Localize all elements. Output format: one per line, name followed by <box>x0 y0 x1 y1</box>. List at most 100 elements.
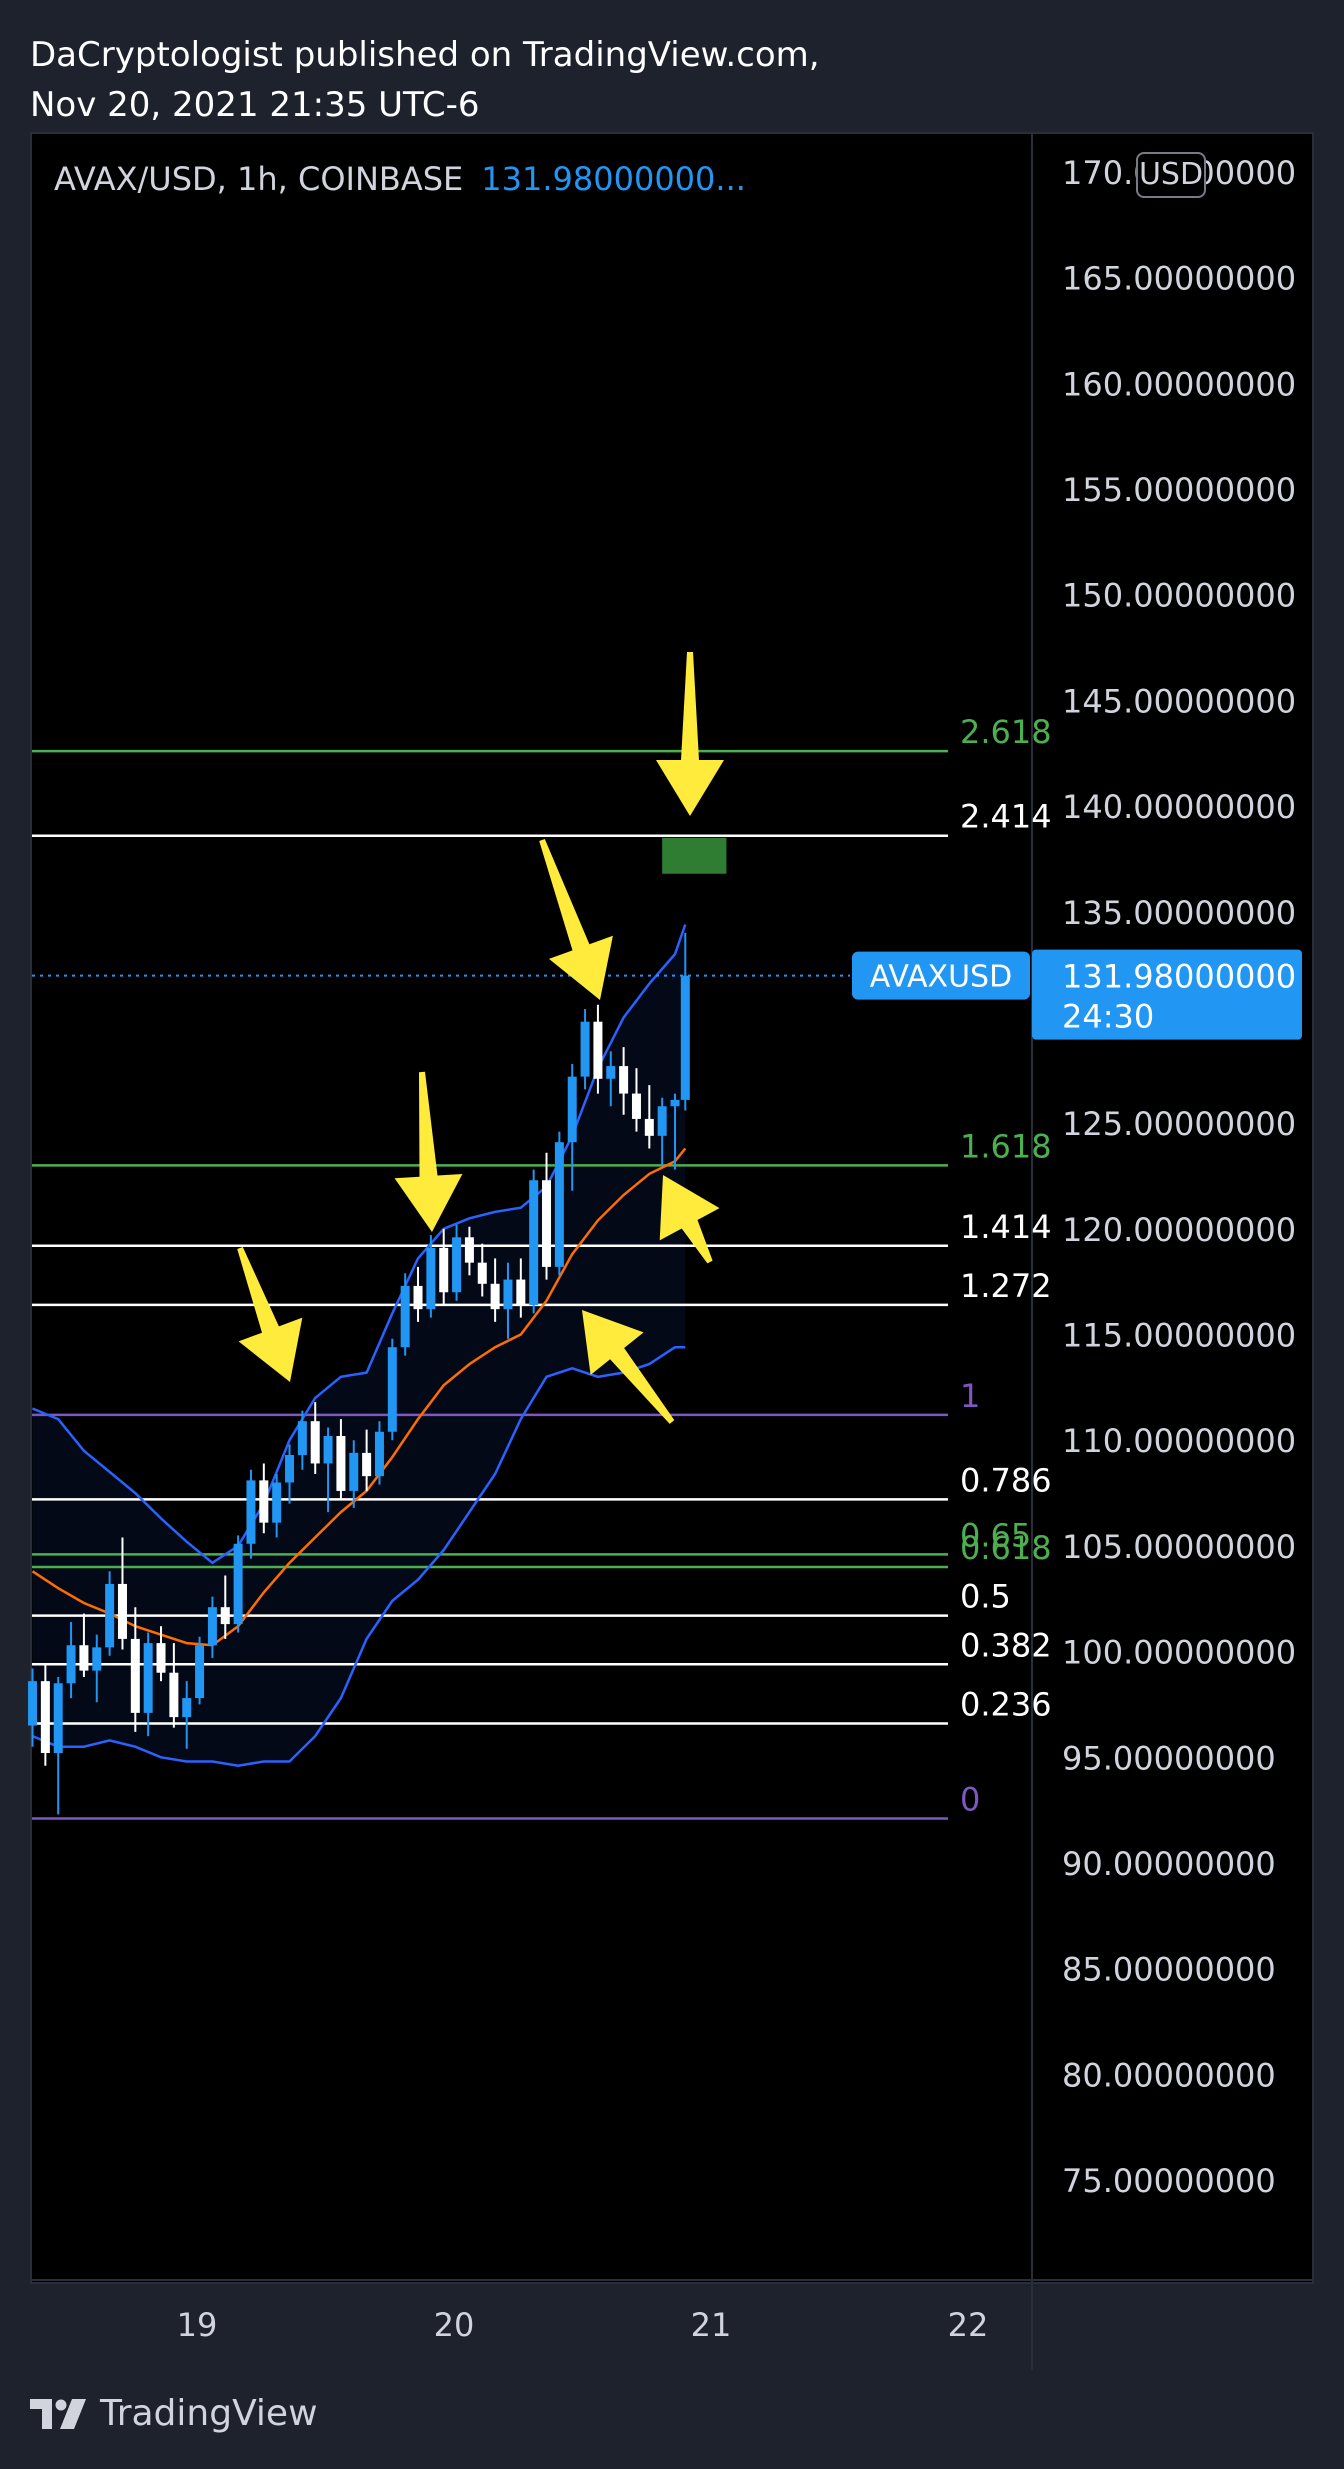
price-tick-label: 100.00000000 <box>1062 1634 1296 1672</box>
candle-body-11[interactable] <box>169 1672 179 1718</box>
candle-body-10[interactable] <box>156 1643 166 1673</box>
time-tick-label-22: 22 <box>948 2306 989 2344</box>
fib-level-label-0.5: 0.5 <box>960 1578 1011 1616</box>
price-tick-label: 90.00000000 <box>1062 1845 1276 1883</box>
candle-body-7[interactable] <box>117 1583 127 1639</box>
fib-level-label-0: 0 <box>960 1781 980 1819</box>
fib-level-label-1.272: 1.272 <box>960 1267 1052 1305</box>
price-tick-label: 125.00000000 <box>1062 1105 1296 1143</box>
candle-body-25[interactable] <box>349 1452 359 1491</box>
price-tick-label: 140.00000000 <box>1062 788 1296 826</box>
candle-body-30[interactable] <box>413 1285 423 1310</box>
price-tick-label: 105.00000000 <box>1062 1528 1296 1566</box>
candle-body-37[interactable] <box>503 1279 513 1310</box>
tradingview-logo-icon <box>30 2398 86 2429</box>
candle-body-23[interactable] <box>323 1435 333 1464</box>
price-tick-label: 155.00000000 <box>1062 471 1296 509</box>
candle-body-49[interactable] <box>657 1106 667 1136</box>
candle-body-41[interactable] <box>554 1142 564 1267</box>
candle-body-50[interactable] <box>670 1099 680 1107</box>
candle-body-19[interactable] <box>272 1482 282 1523</box>
candle-body-16[interactable] <box>233 1543 243 1625</box>
candle-body-29[interactable] <box>400 1285 410 1348</box>
price-chart[interactable]: 2.6182.4141.6181.4141.27210.7860.650.618… <box>0 0 1344 2469</box>
annotation-arrow-3[interactable] <box>394 1071 463 1232</box>
candle-body-0[interactable] <box>28 1681 38 1726</box>
candle-body-38[interactable] <box>516 1279 526 1305</box>
candle-body-22[interactable] <box>310 1421 320 1464</box>
candle-body-13[interactable] <box>195 1645 205 1699</box>
tradingview-brand: TradingView <box>100 2393 318 2434</box>
candle-body-2[interactable] <box>53 1683 63 1754</box>
candle-body-44[interactable] <box>593 1021 603 1079</box>
fib-level-label-0.236: 0.236 <box>960 1685 1052 1723</box>
price-tick-label: 75.00000000 <box>1062 2162 1276 2200</box>
fib-level-label-0.382: 0.382 <box>960 1626 1052 1664</box>
candle-body-1[interactable] <box>40 1681 50 1754</box>
candle-body-8[interactable] <box>130 1638 140 1713</box>
time-tick-label-19: 19 <box>177 2306 218 2344</box>
candle-body-12[interactable] <box>182 1698 192 1718</box>
symbol-legend[interactable]: AVAX/USD, 1h, COINBASE 131.98000000... <box>54 160 746 198</box>
candle-body-27[interactable] <box>374 1431 384 1477</box>
annotation-arrow-2[interactable] <box>237 1247 303 1382</box>
candle-body-17[interactable] <box>246 1480 256 1544</box>
candle-body-46[interactable] <box>619 1066 629 1094</box>
fib-level-label-1: 1 <box>960 1377 980 1415</box>
price-tick-label: 120.00000000 <box>1062 1211 1296 1249</box>
price-axis-countdown: 24:30 <box>1062 998 1154 1036</box>
candle-body-9[interactable] <box>143 1643 153 1713</box>
price-tick-label: 115.00000000 <box>1062 1317 1296 1355</box>
candle-body-24[interactable] <box>336 1435 346 1491</box>
currency-button[interactable]: USD <box>1136 152 1206 198</box>
candle-body-5[interactable] <box>92 1647 102 1671</box>
candle-body-32[interactable] <box>439 1247 449 1293</box>
candle-body-28[interactable] <box>387 1347 397 1432</box>
price-tick-label: 135.00000000 <box>1062 894 1296 932</box>
price-tick-label: 160.00000000 <box>1062 365 1296 403</box>
annotation-arrow-1[interactable] <box>539 839 613 1000</box>
candle-body-48[interactable] <box>644 1118 654 1136</box>
fib-level-label-2.414: 2.414 <box>960 798 1052 836</box>
time-tick-label-21: 21 <box>691 2306 732 2344</box>
candle-body-18[interactable] <box>259 1480 269 1523</box>
price-tick-label: 80.00000000 <box>1062 2056 1276 2094</box>
fib-level-label-1.618: 1.618 <box>960 1127 1052 1165</box>
candle-body-47[interactable] <box>631 1093 641 1119</box>
candle-body-36[interactable] <box>490 1283 500 1310</box>
candle-body-43[interactable] <box>580 1021 590 1077</box>
candle-body-21[interactable] <box>297 1421 307 1456</box>
candle-body-42[interactable] <box>567 1076 577 1143</box>
price-tick-label: 110.00000000 <box>1062 1422 1296 1460</box>
candle-body-34[interactable] <box>464 1237 474 1263</box>
price-axis-current-value: 131.98000000 <box>1062 958 1296 996</box>
price-tick-label: 165.00000000 <box>1062 260 1296 298</box>
candle-body-39[interactable] <box>529 1180 539 1305</box>
fib-level-label-0.786: 0.786 <box>960 1461 1052 1499</box>
candle-body-35[interactable] <box>477 1262 487 1284</box>
candle-body-15[interactable] <box>220 1607 230 1625</box>
target-zone-box[interactable] <box>662 837 727 874</box>
candle-body-6[interactable] <box>105 1583 115 1648</box>
symbol-info: AVAX/USD, 1h, COINBASE <box>54 160 464 198</box>
price-tick-label: 150.00000000 <box>1062 577 1296 615</box>
fib-level-label-2.618: 2.618 <box>960 713 1052 751</box>
candle-body-20[interactable] <box>285 1455 295 1483</box>
tradingview-logo[interactable]: TradingView <box>30 2393 318 2434</box>
time-tick-label-20: 20 <box>434 2306 475 2344</box>
fib-level-label-0.618: 0.618 <box>960 1529 1052 1567</box>
symbol-last-price: 131.98000000... <box>481 160 746 198</box>
candle-body-4[interactable] <box>79 1645 89 1671</box>
candle-body-45[interactable] <box>606 1066 616 1079</box>
symbol-price-tag-label: AVAXUSD <box>870 960 1012 995</box>
candle-body-3[interactable] <box>66 1645 76 1684</box>
price-tick-label: 85.00000000 <box>1062 1951 1276 1989</box>
candle-body-51[interactable] <box>680 975 690 1100</box>
candle-body-14[interactable] <box>207 1607 217 1646</box>
candle-body-40[interactable] <box>542 1180 552 1267</box>
candle-body-26[interactable] <box>362 1452 372 1477</box>
price-tick-label: 95.00000000 <box>1062 1739 1276 1777</box>
annotation-arrow-0[interactable] <box>656 652 724 816</box>
candle-body-31[interactable] <box>426 1247 436 1310</box>
candle-body-33[interactable] <box>452 1237 462 1293</box>
